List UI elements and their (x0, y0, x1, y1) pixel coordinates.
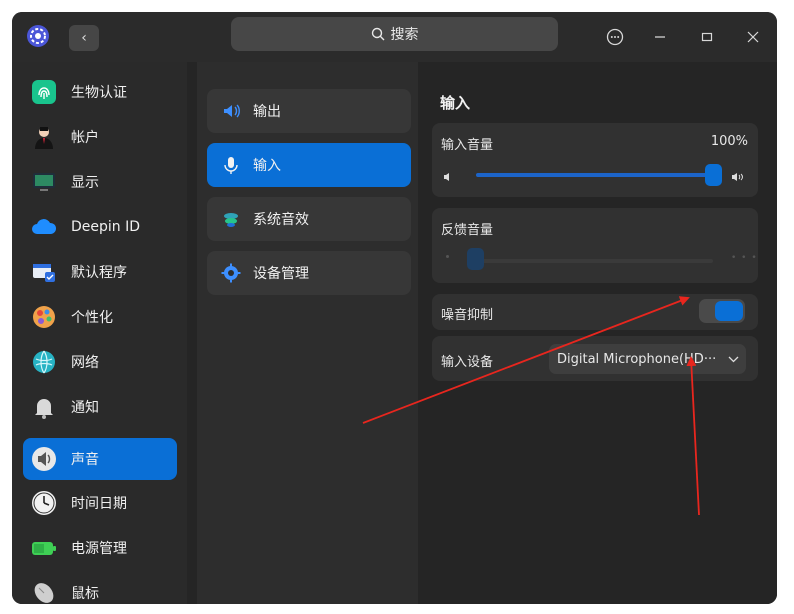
cloud-icon (31, 214, 57, 240)
tab-output[interactable]: 输出 (207, 89, 411, 133)
volume-high-icon (731, 167, 745, 186)
speaker-output-icon (221, 101, 241, 121)
more-options-button[interactable] (605, 27, 625, 47)
sidebar-item-label: 鼠标 (71, 586, 99, 602)
maximize-button[interactable] (697, 27, 717, 47)
clock-icon (31, 490, 57, 516)
gear-icon (221, 263, 241, 283)
noise-suppression-label: 噪音抑制 (441, 308, 494, 323)
sidebar-item-label: 网络 (71, 355, 99, 371)
sidebar-item-personalization[interactable]: 个性化 (23, 296, 177, 338)
noise-suppression-card: 噪音抑制 (432, 294, 758, 330)
input-settings-panel: 输入 输入音量 100% 反馈音量 • • • 噪音抑制 输入设备 Digita… (425, 62, 777, 604)
volume-low-icon (443, 167, 453, 186)
search-icon (371, 27, 384, 41)
battery-icon (31, 535, 57, 561)
input-volume-track[interactable] (476, 173, 713, 177)
sidebar-item-biometric[interactable]: 生物认证 (23, 71, 177, 113)
toggle-knob (715, 301, 743, 321)
feedback-high-icon: • • • (731, 253, 758, 263)
sidebar-item-deepin-id[interactable]: Deepin ID (23, 206, 177, 248)
sidebar-item-label: 声音 (71, 452, 99, 468)
tab-device-management[interactable]: 设备管理 (207, 251, 411, 295)
search-input[interactable]: 搜索 (231, 17, 558, 51)
sound-submenu: 输出 输入 系统音效 设备管理 (197, 62, 418, 604)
speaker-icon (31, 446, 57, 472)
input-device-card: 输入设备 Digital Microphone(HD··· (432, 336, 758, 381)
search-placeholder: 搜索 (390, 27, 419, 43)
tab-label: 设备管理 (253, 266, 309, 282)
input-volume-card: 输入音量 100% (432, 123, 758, 197)
tab-label: 输出 (253, 104, 281, 120)
bell-icon (31, 394, 57, 420)
noise-suppression-toggle[interactable] (699, 299, 745, 323)
chevron-down-icon (728, 353, 739, 366)
sidebar-item-datetime[interactable]: 时间日期 (23, 482, 177, 524)
section-title: 输入 (440, 94, 471, 112)
feedback-volume-card: 反馈音量 • • • (432, 208, 758, 283)
minimize-icon (655, 36, 665, 38)
input-volume-label: 输入音量 (441, 138, 494, 153)
display-icon (31, 169, 57, 195)
sidebar-item-label: 时间日期 (71, 496, 127, 512)
sidebar-item-label: 生物认证 (71, 85, 127, 101)
sidebar-item-network[interactable]: 网络 (23, 341, 177, 383)
sidebar-item-notification[interactable]: 通知 (23, 386, 177, 428)
tab-system-sounds[interactable]: 系统音效 (207, 197, 411, 241)
tab-label: 系统音效 (253, 212, 309, 228)
sidebar-item-label: 个性化 (71, 310, 113, 326)
settings-window: ‹ 搜索 生物认证 帐户 显示 Deepin ID 默认程序 个性化 网络 通知… (12, 12, 777, 604)
personalization-icon (31, 304, 57, 330)
sidebar-item-label: 默认程序 (71, 265, 127, 281)
close-icon (747, 31, 759, 43)
sidebar-item-label: 通知 (71, 400, 99, 416)
sidebar-item-label: 电源管理 (71, 541, 127, 557)
feedback-low-icon (446, 255, 449, 258)
account-icon (31, 124, 57, 150)
microphone-icon (221, 155, 241, 175)
sidebar-item-default-apps[interactable]: 默认程序 (23, 251, 177, 293)
chevron-left-icon: ‹ (81, 30, 87, 46)
feedback-volume-label: 反馈音量 (441, 223, 494, 238)
input-volume-handle[interactable] (705, 164, 722, 186)
back-button[interactable]: ‹ (69, 25, 99, 51)
tab-input[interactable]: 输入 (207, 143, 411, 187)
network-icon (31, 349, 57, 375)
sidebar-item-sound[interactable]: 声音 (23, 438, 177, 480)
sidebar-item-mouse[interactable]: 鼠标 (23, 572, 177, 604)
sidebar: 生物认证 帐户 显示 Deepin ID 默认程序 个性化 网络 通知 声音 时… (12, 62, 187, 604)
sidebar-item-power[interactable]: 电源管理 (23, 527, 177, 569)
input-volume-value: 100% (710, 134, 748, 149)
input-device-selected: Digital Microphone(HD··· (557, 351, 717, 367)
mouse-icon (31, 580, 57, 604)
more-icon (606, 28, 624, 46)
close-button[interactable] (743, 27, 763, 47)
sidebar-item-display[interactable]: 显示 (23, 161, 177, 203)
sidebar-item-label: Deepin ID (71, 219, 141, 235)
input-device-label: 输入设备 (441, 355, 494, 370)
sidebar-item-label: 显示 (71, 175, 99, 191)
title-bar: ‹ 搜索 (12, 12, 777, 62)
fingerprint-icon (31, 79, 57, 105)
minimize-button[interactable] (650, 27, 670, 47)
input-device-select[interactable]: Digital Microphone(HD··· (549, 344, 746, 374)
default-apps-icon (31, 259, 57, 285)
feedback-volume-track (476, 259, 713, 263)
feedback-volume-handle (467, 248, 484, 270)
sidebar-item-label: 帐户 (71, 130, 99, 146)
control-center-logo-icon (26, 24, 50, 48)
maximize-icon (701, 32, 713, 42)
tab-label: 输入 (253, 158, 281, 174)
sidebar-item-account[interactable]: 帐户 (23, 116, 177, 158)
system-sound-icon (221, 209, 241, 229)
